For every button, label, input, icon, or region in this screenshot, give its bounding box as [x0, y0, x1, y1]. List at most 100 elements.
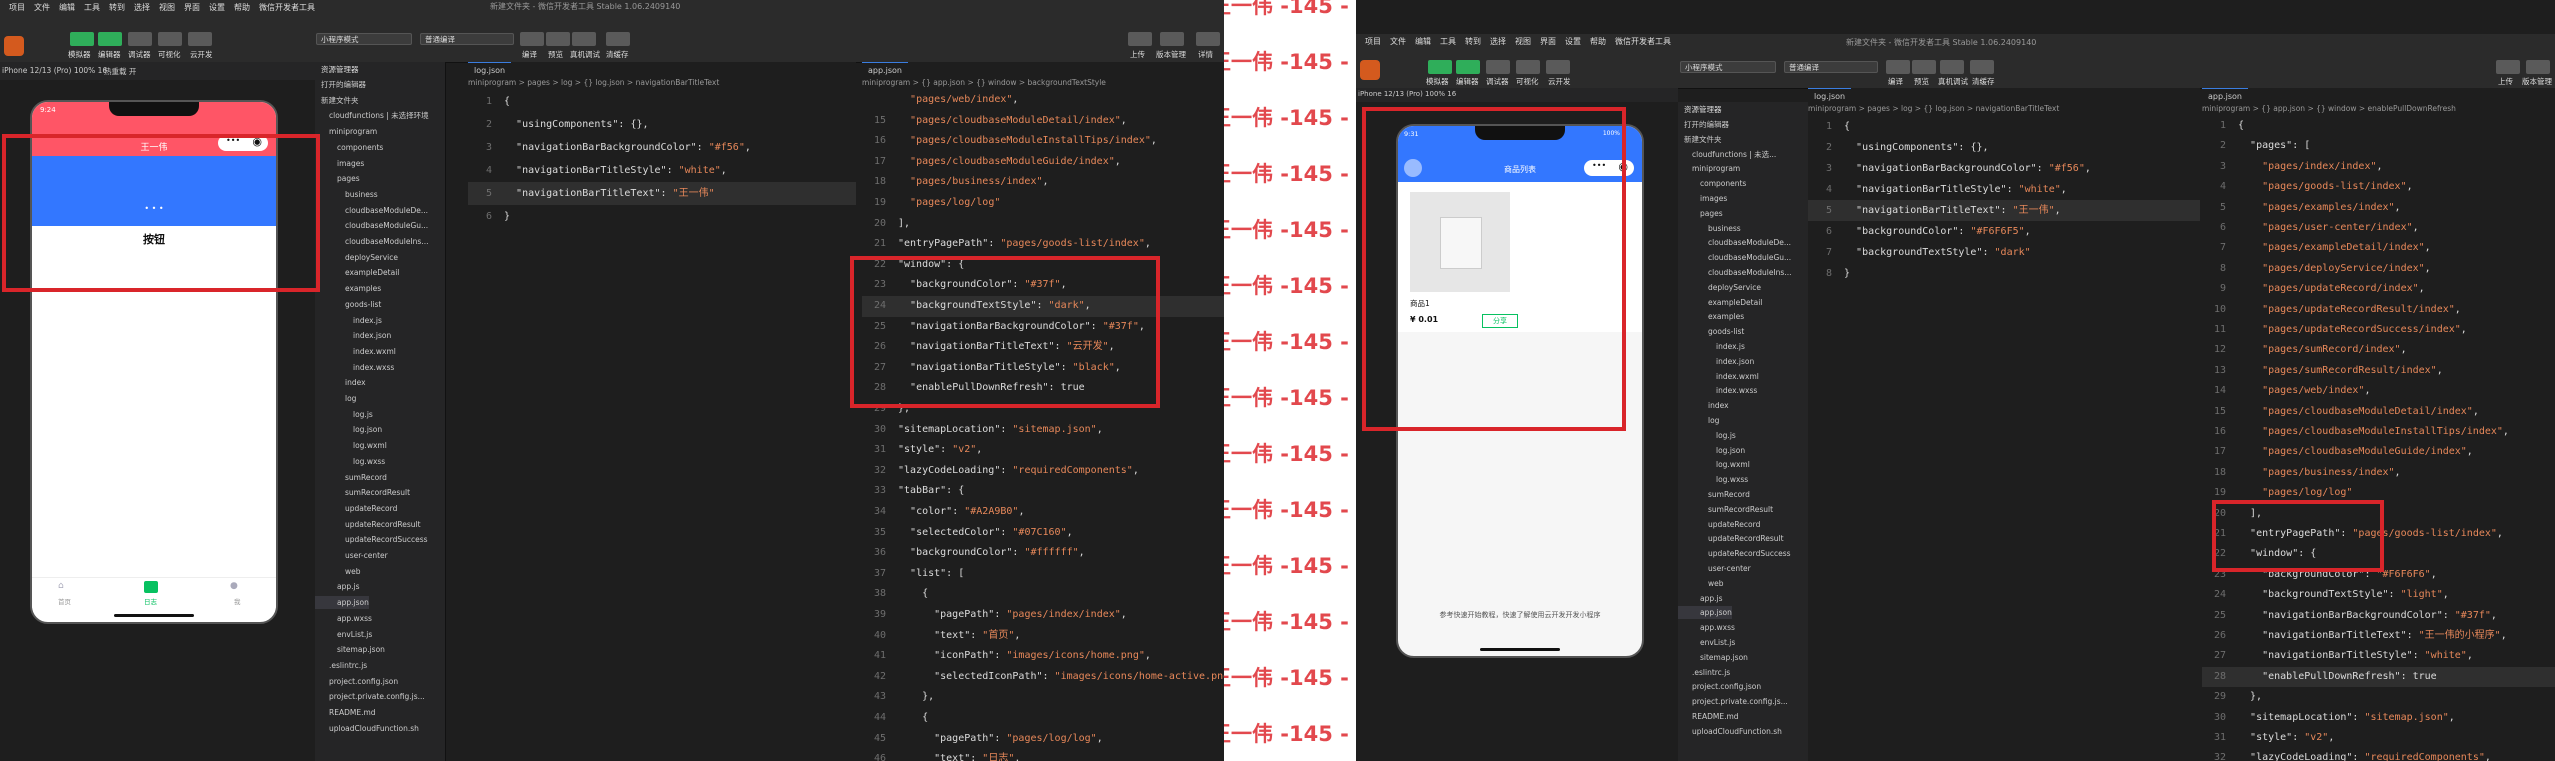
tree-item[interactable]: log.wxml [1678, 458, 1750, 471]
code-line[interactable]: 8 "pages/deployService/index", [2202, 259, 2555, 279]
editor-app-json[interactable]: app.json miniprogram > {} app.json > {} … [862, 62, 1224, 761]
tab-log-json[interactable]: log.json [1808, 88, 1852, 103]
menu-item[interactable]: 设置 [1565, 36, 1581, 47]
code-line[interactable]: 37 "list": [ [862, 564, 1224, 585]
code-line[interactable]: 11 "pages/updateRecordSuccess/index", [2202, 320, 2555, 340]
code-line[interactable]: 12 "pages/sumRecord/index", [2202, 340, 2555, 360]
tree-item[interactable]: log [1678, 414, 1719, 427]
close-mini-icon[interactable]: ◉ [252, 135, 262, 148]
tree-item[interactable]: project.config.json [1678, 680, 1761, 693]
tab-app-json[interactable]: app.json [862, 62, 908, 77]
tree-item[interactable]: log.wxml [315, 439, 387, 452]
version-button[interactable] [1160, 32, 1184, 46]
debugger-button[interactable] [128, 32, 152, 46]
upload-button[interactable] [2496, 60, 2520, 74]
tree-item[interactable]: images [1678, 192, 1727, 205]
code-line[interactable]: 19 "pages/log/log" [862, 193, 1224, 214]
code-line[interactable]: 17 "pages/cloudbaseModuleGuide/index", [862, 152, 1224, 173]
code-line[interactable]: 29}, [862, 399, 1224, 420]
menu-item[interactable]: 帮助 [1590, 36, 1606, 47]
tree-item[interactable]: examples [1678, 310, 1744, 323]
tree-item[interactable]: project.private.config.js... [315, 690, 425, 703]
code-line[interactable]: 18 "pages/business/index", [862, 172, 1224, 193]
footer-tip[interactable]: 参考快速开始教程，快速了解使用云开发开发小程序 [1398, 610, 1642, 620]
code-line[interactable]: 19 "pages/log/log" [2202, 483, 2555, 503]
editor-button[interactable] [1456, 60, 1480, 74]
code-line[interactable]: 43 }, [862, 687, 1224, 708]
product-image[interactable] [1410, 192, 1510, 292]
code-line[interactable]: 40 "text": "首页", [862, 626, 1224, 647]
cloud-button[interactable] [1546, 60, 1570, 74]
tree-item[interactable]: updateRecordSuccess [315, 533, 428, 546]
menu-item[interactable]: 设置 [209, 2, 225, 13]
tree-item[interactable]: cloudfunctions | 未选择环境 [315, 109, 429, 122]
tree-item[interactable]: log.wxss [315, 455, 385, 468]
more-icon[interactable]: ••• [226, 136, 240, 145]
code-line[interactable]: 5 "pages/examples/index", [2202, 198, 2555, 218]
code-line[interactable]: 24 "backgroundTextStyle": "light", [2202, 585, 2555, 605]
tree-item[interactable]: user-center [315, 549, 388, 562]
mode-select[interactable]: 小程序模式 [1680, 61, 1776, 73]
code-line[interactable]: 2 "pages": [ [2202, 136, 2555, 156]
tree-item[interactable]: updateRecordResult [315, 518, 421, 531]
code-line[interactable]: 7 "backgroundTextStyle": "dark" [1808, 242, 2200, 263]
code-line[interactable]: 29 }, [2202, 687, 2555, 707]
code-line[interactable]: 2 "usingComponents": {}, [468, 113, 856, 136]
tree-item[interactable]: project.config.json [315, 675, 398, 688]
tree-item[interactable]: log.wxss [1678, 473, 1748, 486]
code-line[interactable]: 21 "entryPagePath": "pages/goods-list/ind… [862, 234, 1224, 255]
tree-item[interactable]: updateRecordResult [1678, 532, 1784, 545]
code-line[interactable]: 33 "tabBar": { [862, 481, 1224, 502]
tree-item[interactable]: exampleDetail [1678, 296, 1762, 309]
tree-item[interactable]: app.json [315, 596, 369, 610]
code-line[interactable]: 38 { [862, 584, 1224, 605]
log-icon[interactable] [144, 581, 158, 593]
tree-item[interactable]: user-center [1678, 562, 1751, 575]
tree-item[interactable]: log.js [1678, 429, 1736, 442]
code-line[interactable]: 18 "pages/business/index", [2202, 463, 2555, 483]
code-line[interactable]: 35 "selectedColor": "#07C160", [862, 523, 1224, 544]
tab-log-json[interactable]: log.json [468, 62, 512, 77]
code-line[interactable]: 4 "navigationBarTitleStyle": "white", [468, 159, 856, 182]
tab-me[interactable]: 我 [234, 596, 241, 606]
tree-item[interactable]: web [315, 565, 361, 578]
tree-item[interactable]: app.wxss [1678, 621, 1735, 634]
clear-cache-button[interactable] [1970, 60, 1994, 74]
menu-item[interactable]: 微信开发者工具 [1615, 36, 1671, 47]
tree-item[interactable]: index [315, 376, 366, 389]
menu-item[interactable]: 选择 [134, 2, 150, 13]
visual-button[interactable] [1516, 60, 1540, 74]
code-line[interactable]: 6 "backgroundColor": "#F6F6F5", [1808, 221, 2200, 242]
code-line[interactable]: 22 "window": { [862, 255, 1224, 276]
tree-item[interactable]: examples [315, 282, 381, 295]
code-line[interactable]: 15 "pages/cloudbaseModuleDetail/index", [862, 111, 1224, 132]
editor-app-json[interactable]: app.json miniprogram > {} app.json > {} … [2202, 88, 2555, 761]
code-line[interactable]: 26 "navigationBarTitleText": "云开发", [862, 337, 1224, 358]
tree-item[interactable]: sitemap.json [1678, 651, 1748, 664]
tree-item[interactable]: project.private.config.js... [1678, 695, 1788, 708]
code-line[interactable]: 30 "sitemapLocation": "sitemap.json", [862, 420, 1224, 441]
tree-item[interactable]: 打开的编辑器 [315, 78, 366, 91]
code-line[interactable]: 34 "color": "#A2A9B0", [862, 502, 1224, 523]
code-line[interactable]: 20 ], [2202, 504, 2555, 524]
code-line[interactable]: 23 "backgroundColor": "#F6F6F6", [2202, 565, 2555, 585]
tree-item[interactable]: index.wxss [315, 361, 394, 374]
code-line[interactable]: 20], [862, 214, 1224, 235]
code-line[interactable]: 8} [1808, 263, 2200, 284]
tree-item[interactable]: sumRecord [315, 471, 387, 484]
code-line[interactable]: 14 "pages/web/index", [2202, 381, 2555, 401]
code-line[interactable]: 1{ [468, 90, 856, 113]
swiper[interactable]: • • • [32, 156, 276, 226]
tree-item[interactable]: cloudbaseModuleGu... [315, 219, 428, 232]
preview-button[interactable] [546, 32, 570, 46]
tree-item[interactable]: index.wxml [1678, 370, 1759, 383]
code-line[interactable]: 41 "iconPath": "images/icons/home.png", [862, 646, 1224, 667]
tree-item[interactable]: uploadCloudFunction.sh [1678, 725, 1782, 738]
device-select[interactable]: iPhone 12/13 (Pro) 100% 16 [2, 66, 107, 75]
tree-item[interactable]: index.json [1678, 355, 1754, 368]
tree-item[interactable]: log [315, 392, 356, 405]
code-line[interactable]: 1{ [1808, 116, 2200, 137]
capsule-menu[interactable]: ••• ◉ [1584, 160, 1634, 176]
menu-item[interactable]: 帮助 [234, 2, 250, 13]
code-line[interactable]: 44 { [862, 708, 1224, 729]
